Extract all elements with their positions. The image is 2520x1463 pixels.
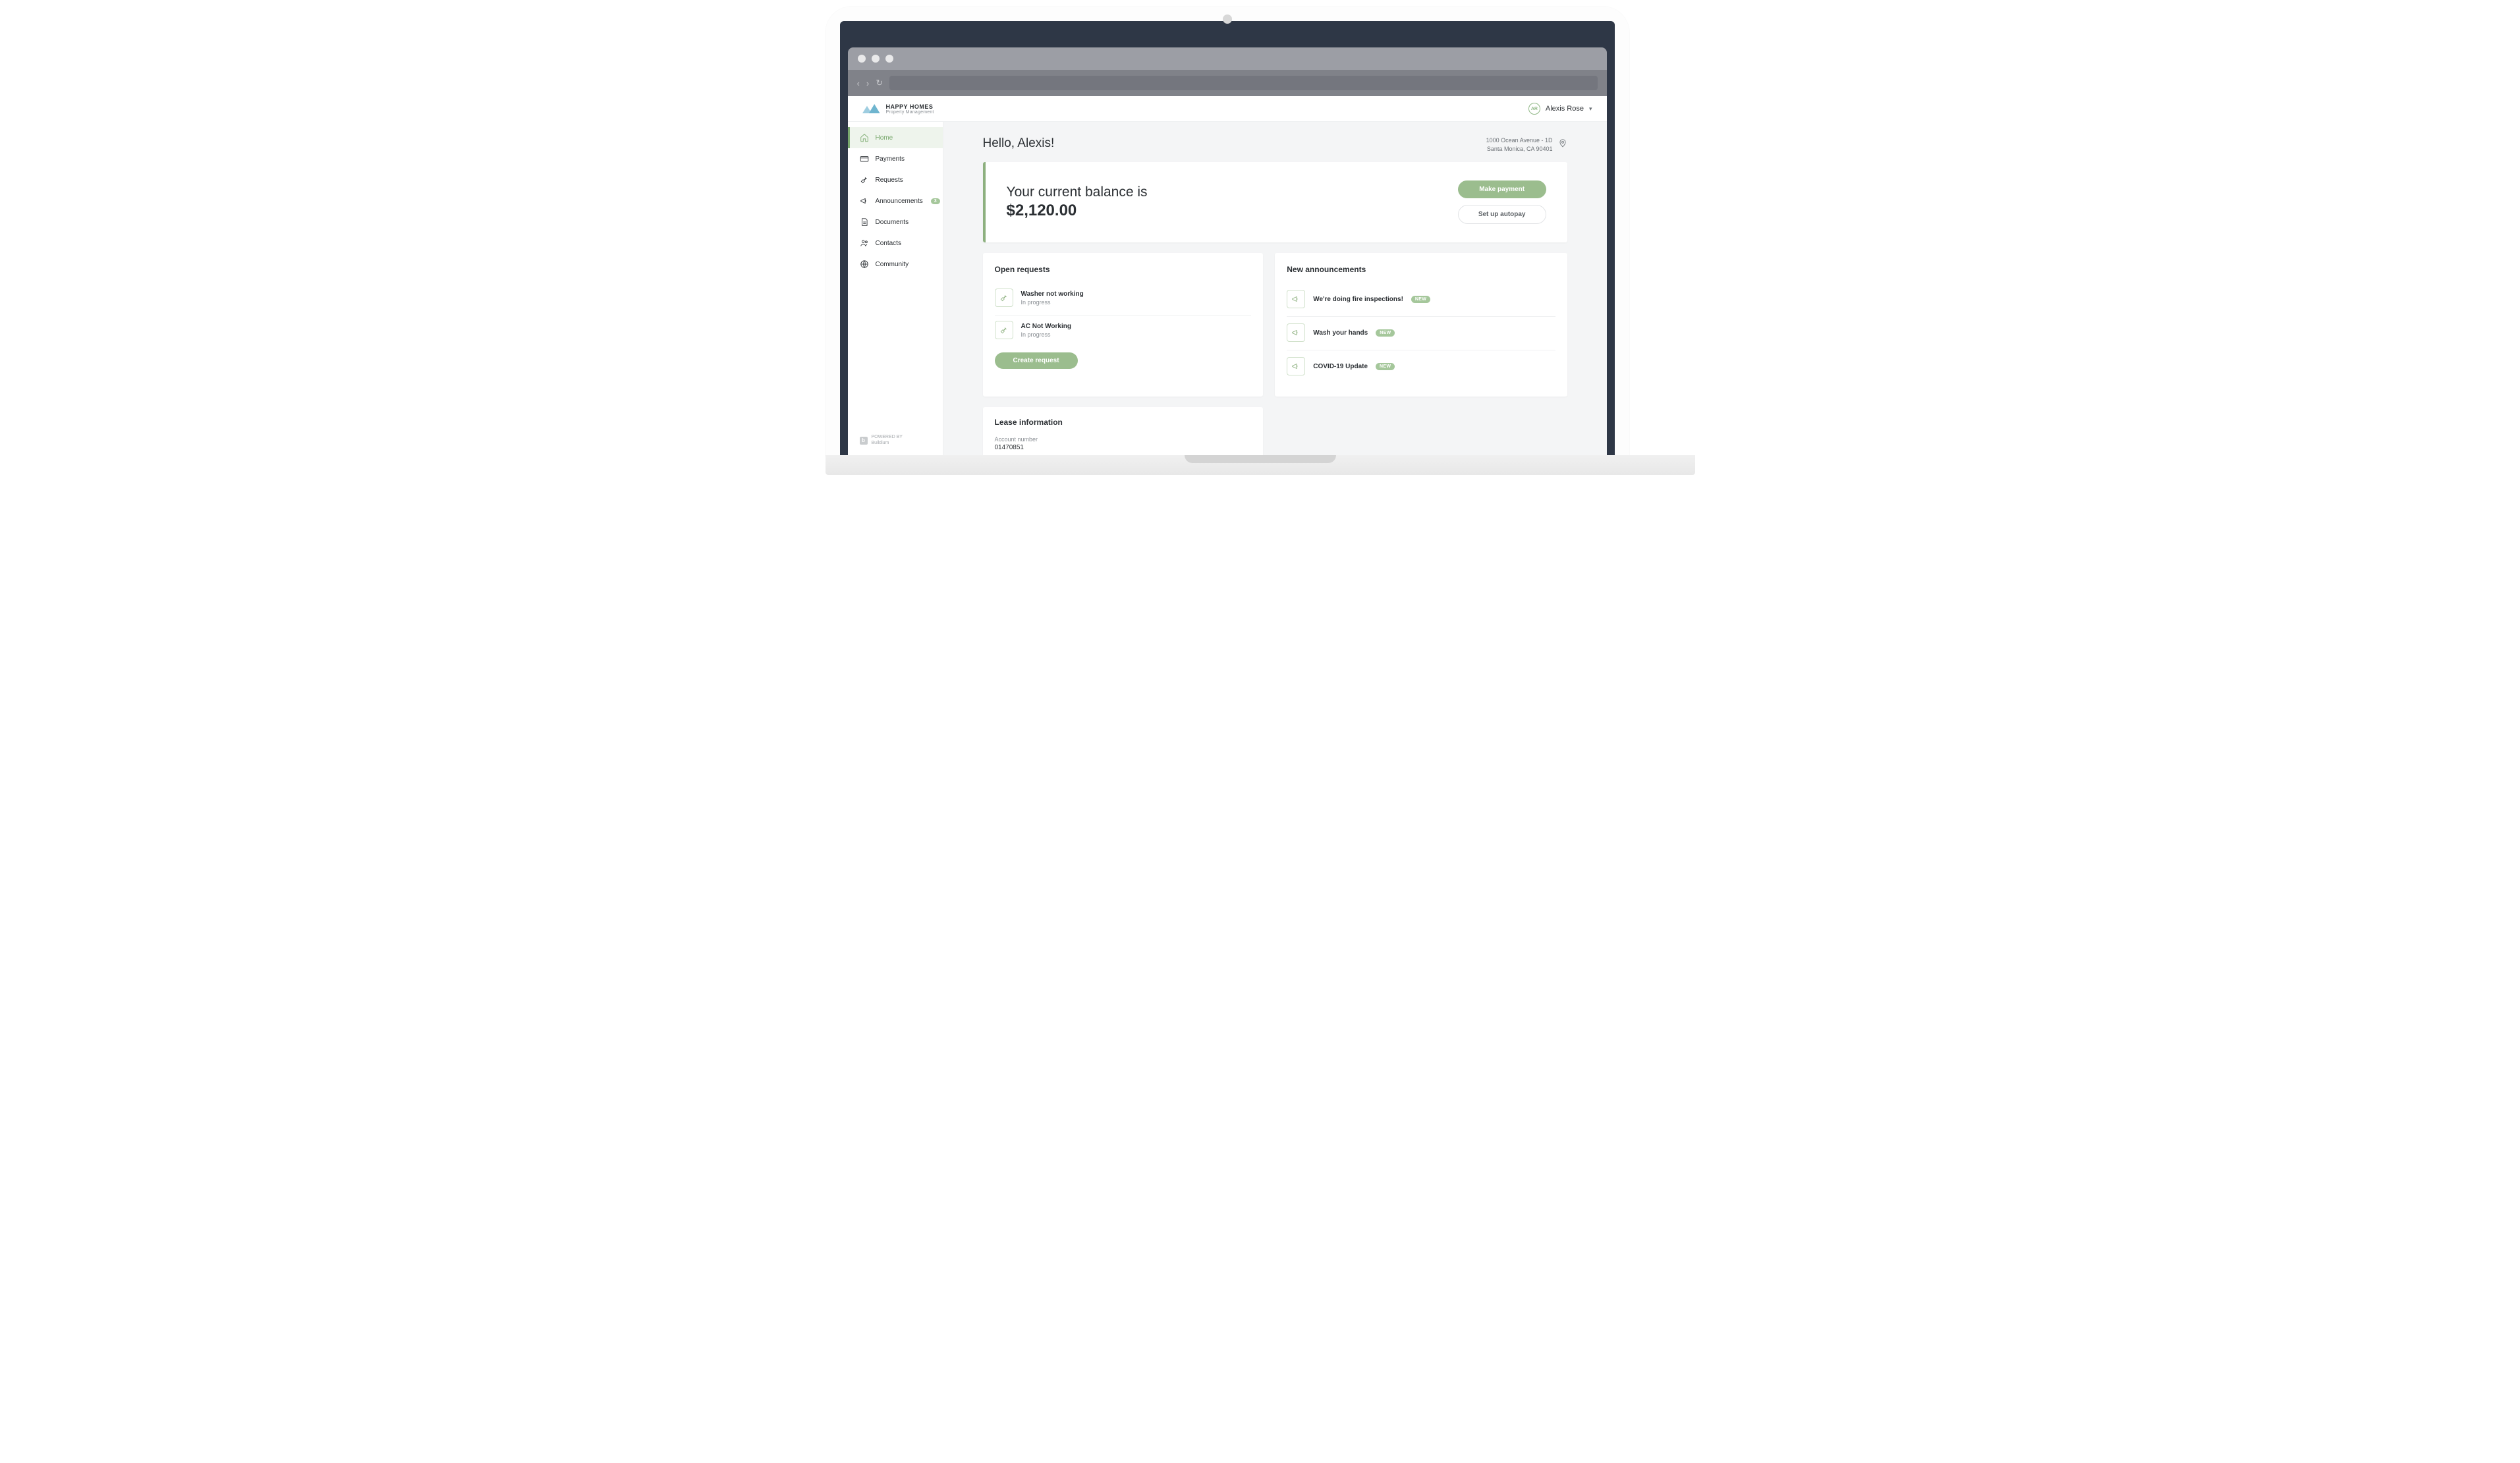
sidebar-item-label: Announcements (876, 198, 923, 205)
request-title: Washer not working (1021, 290, 1252, 298)
request-status: In progress (1021, 331, 1252, 338)
user-menu[interactable]: AR Alexis Rose ▾ (1528, 103, 1592, 115)
megaphone-icon (1287, 323, 1305, 342)
sidebar: Home Payments Requests (848, 122, 943, 455)
balance-amount: $2,120.00 (1007, 202, 1148, 220)
request-item[interactable]: AC Not Working In progress (995, 316, 1252, 347)
document-icon (860, 217, 869, 227)
laptop-base (826, 455, 1695, 475)
maximize-window-icon[interactable] (885, 55, 893, 63)
sidebar-item-home[interactable]: Home (848, 127, 943, 148)
account-number-label: Account number (995, 436, 1252, 443)
users-icon (860, 238, 869, 248)
announcement-title: Wash your hands (1313, 329, 1368, 337)
request-status: In progress (1021, 299, 1252, 306)
megaphone-icon (1287, 357, 1305, 375)
announcement-title: We're doing fire inspections! (1313, 296, 1403, 303)
powered-name: Buildium (872, 441, 903, 446)
panel-title: New announcements (1287, 265, 1555, 274)
new-badge: NEW (1376, 329, 1395, 337)
back-icon[interactable]: ‹ (857, 78, 860, 88)
forward-icon[interactable]: › (866, 78, 869, 88)
balance-label: Your current balance is (1007, 184, 1148, 200)
sidebar-item-label: Requests (876, 177, 903, 184)
app-window: HAPPY HOMES Property Management AR Alexi… (848, 96, 1607, 455)
app-body: Home Payments Requests (848, 122, 1607, 455)
wrench-icon (995, 321, 1013, 339)
setup-autopay-button[interactable]: Set up autopay (1458, 205, 1546, 224)
open-requests-panel: Open requests Washer not working In prog… (983, 253, 1264, 397)
panel-title: Lease information (995, 418, 1252, 427)
lease-panel: Lease information Account number 0147085… (983, 407, 1264, 455)
megaphone-icon (860, 196, 869, 206)
url-bar[interactable] (889, 76, 1597, 90)
globe-icon (860, 260, 869, 269)
powered-by[interactable]: b POWERED BY Buildium (848, 426, 943, 455)
browser-chrome: ‹ › ↻ HAPPY HOMES Property Management AR (848, 47, 1607, 455)
balance-card: Your current balance is $2,120.00 Make p… (983, 162, 1567, 242)
announcement-item[interactable]: COVID-19 Update NEW (1287, 350, 1555, 383)
laptop-frame: ‹ › ↻ HAPPY HOMES Property Management AR (826, 7, 1629, 456)
nav-list: Home Payments Requests (848, 122, 943, 426)
wrench-icon (860, 175, 869, 184)
sidebar-item-label: Home (876, 134, 893, 142)
address-block[interactable]: 1000 Ocean Avenue - 1D Santa Monica, CA … (1486, 136, 1567, 153)
create-request-button[interactable]: Create request (995, 352, 1078, 369)
announcement-item[interactable]: Wash your hands NEW (1287, 317, 1555, 350)
make-payment-button[interactable]: Make payment (1458, 180, 1546, 198)
brand-subtitle: Property Management (886, 110, 934, 115)
window-controls (848, 47, 1607, 70)
minimize-window-icon[interactable] (872, 55, 880, 63)
greeting-row: Hello, Alexis! 1000 Ocean Avenue - 1D Sa… (983, 136, 1567, 153)
sidebar-item-label: Community (876, 261, 909, 268)
announcements-panel: New announcements We're doing fire inspe… (1275, 253, 1567, 397)
logo-icon (862, 103, 881, 115)
home-icon (860, 133, 869, 142)
browser-toolbar: ‹ › ↻ (848, 70, 1607, 96)
panel-title: Open requests (995, 265, 1252, 274)
topbar: HAPPY HOMES Property Management AR Alexi… (848, 96, 1607, 122)
sidebar-item-label: Documents (876, 219, 909, 226)
announcement-title: COVID-19 Update (1313, 363, 1368, 370)
close-window-icon[interactable] (858, 55, 866, 63)
card-icon (860, 154, 869, 163)
sidebar-item-community[interactable]: Community (848, 254, 943, 275)
screen-bezel: ‹ › ↻ HAPPY HOMES Property Management AR (840, 21, 1615, 456)
user-name: Alexis Rose (1546, 105, 1584, 113)
sidebar-item-label: Payments (876, 155, 905, 163)
sidebar-item-contacts[interactable]: Contacts (848, 233, 943, 254)
brand-logo[interactable]: HAPPY HOMES Property Management (862, 103, 934, 115)
avatar: AR (1528, 103, 1540, 115)
chevron-down-icon: ▾ (1589, 105, 1592, 113)
wrench-icon (995, 289, 1013, 307)
laptop-notch (1185, 455, 1336, 463)
reload-icon[interactable]: ↻ (876, 78, 883, 88)
greeting: Hello, Alexis! (983, 136, 1055, 151)
request-item[interactable]: Washer not working In progress (995, 283, 1252, 316)
buildium-icon: b (860, 437, 868, 445)
announcements-badge: 3 (931, 198, 940, 204)
camera-dot (1223, 14, 1232, 24)
sidebar-item-requests[interactable]: Requests (848, 169, 943, 190)
address-line-2: Santa Monica, CA 90401 (1486, 145, 1553, 153)
sidebar-item-payments[interactable]: Payments (848, 148, 943, 169)
powered-label: POWERED BY (872, 435, 903, 440)
request-title: AC Not Working (1021, 323, 1252, 330)
panels-row: Open requests Washer not working In prog… (983, 253, 1567, 397)
main-content: Hello, Alexis! 1000 Ocean Avenue - 1D Sa… (943, 122, 1607, 455)
account-number-value: 01470851 (995, 444, 1252, 451)
brand-name: HAPPY HOMES (886, 103, 934, 110)
announcement-item[interactable]: We're doing fire inspections! NEW (1287, 283, 1555, 317)
new-badge: NEW (1411, 296, 1430, 303)
sidebar-item-announcements[interactable]: Announcements 3 (848, 190, 943, 211)
sidebar-item-label: Contacts (876, 240, 901, 247)
sidebar-item-documents[interactable]: Documents (848, 211, 943, 233)
megaphone-icon (1287, 290, 1305, 308)
new-badge: NEW (1376, 363, 1395, 370)
address-line-1: 1000 Ocean Avenue - 1D (1486, 136, 1553, 145)
location-pin-icon (1558, 138, 1567, 151)
